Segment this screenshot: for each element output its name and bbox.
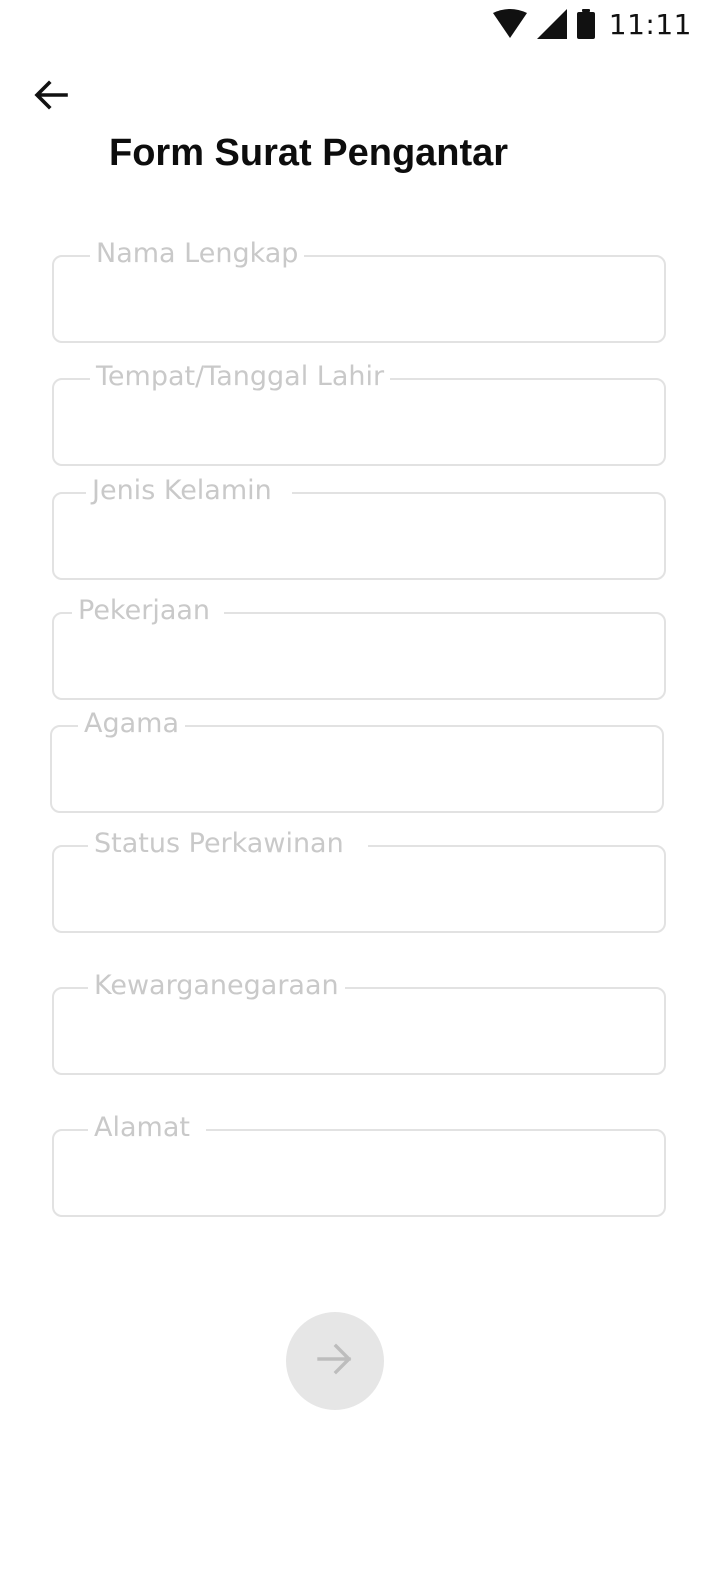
cellular-signal-icon [536,9,567,39]
page-title: Form Surat Pengantar [109,132,509,174]
field-agama[interactable]: Agama [50,707,664,813]
field-alamat[interactable]: Alamat [52,1111,666,1217]
nama-lengkap-input[interactable] [54,257,664,341]
battery-icon [576,9,595,39]
wifi-icon [492,9,527,39]
arrow-left-icon [34,79,68,115]
field-jenis-kelamin[interactable]: Jenis Kelamin [52,474,666,580]
kewarganegaraan-input[interactable] [54,989,664,1073]
field-kewarganegaraan[interactable]: Kewarganegaraan [52,969,666,1075]
back-button[interactable] [26,72,76,122]
status-perkawinan-input[interactable] [54,847,664,931]
arrow-right-icon [317,1343,353,1380]
field-tempat-tanggal-lahir[interactable]: Tempat/Tanggal Lahir [52,360,666,466]
field-pekerjaan[interactable]: Pekerjaan [52,594,666,700]
agama-input[interactable] [52,727,662,811]
jenis-kelamin-input[interactable] [54,494,664,578]
pekerjaan-input[interactable] [54,614,664,698]
status-bar: 11:11 [0,0,720,48]
tempat-tanggal-lahir-input[interactable] [54,380,664,464]
field-nama-lengkap[interactable]: Nama Lengkap [52,237,666,343]
status-icons: 11:11 [492,7,692,41]
status-time: 11:11 [608,7,692,41]
field-status-perkawinan[interactable]: Status Perkawinan [52,827,666,933]
next-button[interactable] [286,1312,384,1410]
alamat-input[interactable] [54,1131,664,1215]
